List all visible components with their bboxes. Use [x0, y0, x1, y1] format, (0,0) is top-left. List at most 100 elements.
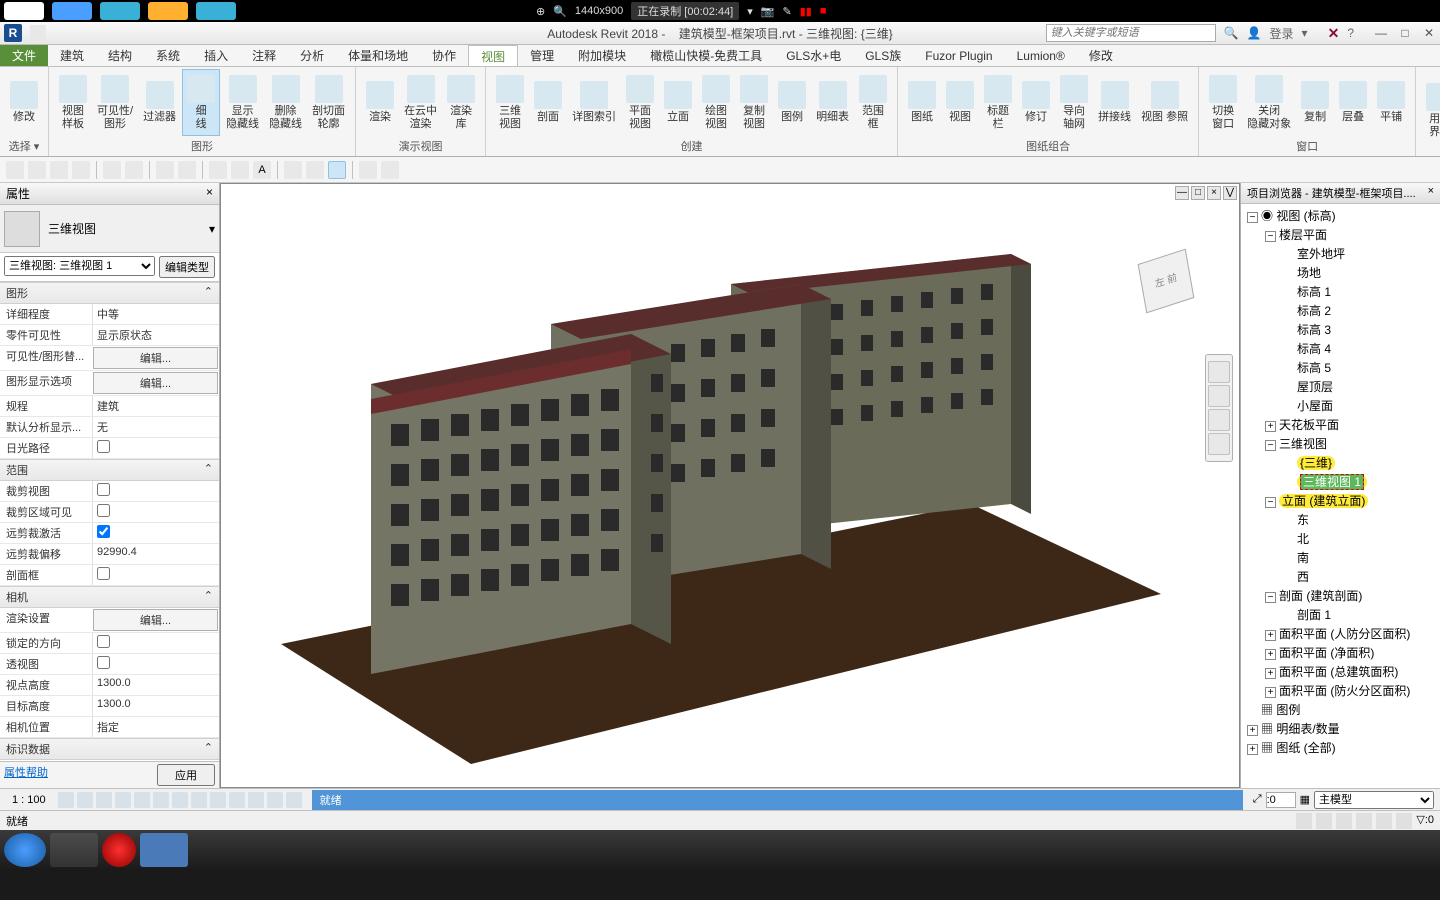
- sys-icon[interactable]: [196, 2, 236, 20]
- qat-button[interactable]: [30, 25, 46, 41]
- tree-item[interactable]: 室外地坪: [1243, 244, 1438, 263]
- close-button[interactable]: ✕: [1418, 24, 1440, 42]
- ribbon-tab[interactable]: 修改: [1077, 45, 1125, 66]
- property-section-header[interactable]: 范围⌃: [0, 459, 219, 481]
- property-section-header[interactable]: 标识数据⌃: [0, 738, 219, 760]
- render-icon[interactable]: [134, 792, 150, 808]
- dropdown-icon[interactable]: ▾: [747, 5, 753, 18]
- tree-item[interactable]: 西: [1243, 567, 1438, 586]
- tree-item[interactable]: +面积平面 (总建筑面积): [1243, 662, 1438, 681]
- maximize-button[interactable]: □: [1394, 24, 1416, 42]
- property-row[interactable]: 默认分析显示...无: [0, 417, 219, 438]
- crop-icon[interactable]: [153, 792, 169, 808]
- qat-close[interactable]: [359, 161, 377, 179]
- ribbon-button[interactable]: 删除 隐藏线: [265, 69, 306, 136]
- qat-redo[interactable]: [125, 161, 143, 179]
- angle-icon[interactable]: ⤢: [1253, 793, 1262, 806]
- ribbon-button[interactable]: 复制 视图: [736, 69, 772, 136]
- tree-item[interactable]: +面积平面 (防火分区面积): [1243, 681, 1438, 700]
- tree-item[interactable]: +天花板平面: [1243, 415, 1438, 434]
- property-row[interactable]: 日光路径: [0, 438, 219, 459]
- tree-item[interactable]: 南: [1243, 548, 1438, 567]
- ribbon-button[interactable]: 明细表: [812, 69, 853, 136]
- ribbon-tab[interactable]: 管理: [518, 45, 566, 66]
- tree-item[interactable]: 标高 1: [1243, 282, 1438, 301]
- dropdown-icon[interactable]: ▾: [209, 222, 215, 236]
- reveal-icon[interactable]: [229, 792, 245, 808]
- property-row[interactable]: 图形显示选项编辑...: [0, 371, 219, 396]
- ribbon-button[interactable]: 立面: [660, 69, 696, 136]
- nav-orbit[interactable]: [1208, 433, 1230, 455]
- ribbon-tab[interactable]: 橄榄山快模-免费工具: [638, 45, 774, 66]
- model-selector[interactable]: 主模型: [1314, 791, 1434, 809]
- angle-input[interactable]: [1266, 792, 1296, 808]
- tree-item[interactable]: 小屋面: [1243, 396, 1438, 415]
- qat-print[interactable]: [156, 161, 174, 179]
- ribbon-button[interactable]: 细 线: [182, 69, 220, 136]
- ribbon-button[interactable]: 平铺: [1373, 69, 1409, 136]
- qat-open[interactable]: [28, 161, 46, 179]
- ribbon-button[interactable]: 视图 参照: [1137, 69, 1192, 136]
- ribbon-tab[interactable]: Lumion®: [1005, 45, 1077, 66]
- filter-label[interactable]: ▽:0: [1416, 813, 1434, 829]
- property-row[interactable]: 剖面框: [0, 565, 219, 586]
- tree-item[interactable]: −立面 (建筑立面): [1243, 491, 1438, 510]
- tree-item[interactable]: +▦ 明细表/数量: [1243, 719, 1438, 738]
- ribbon-tab[interactable]: 注释: [240, 45, 288, 66]
- revit-logo[interactable]: R: [4, 24, 22, 42]
- property-row[interactable]: 渲染设置编辑...: [0, 608, 219, 633]
- instance-selector[interactable]: 三维视图: 三维视图 1: [4, 256, 155, 276]
- qat-section[interactable]: [306, 161, 324, 179]
- type-name[interactable]: 三维视图: [48, 220, 96, 237]
- hide-icon[interactable]: [210, 792, 226, 808]
- tree-item[interactable]: +面积平面 (人防分区面积): [1243, 624, 1438, 643]
- record-button[interactable]: [102, 833, 136, 867]
- ribbon-button[interactable]: 渲染 库: [443, 69, 479, 136]
- status-icon[interactable]: [1376, 813, 1392, 829]
- qat-new[interactable]: [6, 161, 24, 179]
- vp-close[interactable]: ×: [1207, 186, 1221, 200]
- ribbon-button[interactable]: 绘图 视图: [698, 69, 734, 136]
- ribbon-button[interactable]: 导向 轴网: [1056, 69, 1092, 136]
- sys-icon[interactable]: [52, 2, 92, 20]
- sys-icon[interactable]: [100, 2, 140, 20]
- visual-style-icon[interactable]: [77, 792, 93, 808]
- ribbon-button[interactable]: 剖面: [530, 69, 566, 136]
- qat-3d[interactable]: [284, 161, 302, 179]
- analytical-icon[interactable]: [267, 792, 283, 808]
- property-row[interactable]: 裁剪视图: [0, 481, 219, 502]
- property-row[interactable]: 零件可见性显示原状态: [0, 325, 219, 346]
- vp-maximize[interactable]: □: [1191, 186, 1205, 200]
- vp-minimize[interactable]: —: [1175, 186, 1189, 200]
- search-box[interactable]: [1046, 24, 1216, 42]
- ribbon-button[interactable]: 可见性/ 图形: [93, 69, 137, 136]
- help-icon[interactable]: ?: [1347, 26, 1354, 40]
- ribbon-button[interactable]: 标题 栏: [980, 69, 1016, 136]
- sun-path-icon[interactable]: [96, 792, 112, 808]
- sign-in-icon[interactable]: 👤: [1247, 26, 1262, 40]
- ribbon-button[interactable]: 关闭 隐藏对象: [1243, 69, 1295, 136]
- ribbon-button[interactable]: 修改: [6, 69, 42, 136]
- apply-button[interactable]: 应用: [157, 764, 215, 786]
- pencil-icon[interactable]: ✎: [782, 5, 791, 18]
- login-label[interactable]: 登录: [1270, 25, 1294, 42]
- exchange-icon[interactable]: ✕: [1328, 25, 1340, 42]
- ribbon-button[interactable]: 三维 视图: [492, 69, 528, 136]
- ribbon-tab[interactable]: GLS族: [853, 45, 913, 66]
- ribbon-button[interactable]: 显示 隐藏线: [222, 69, 263, 136]
- property-row[interactable]: 规程建筑: [0, 396, 219, 417]
- ribbon-button[interactable]: 渲染: [362, 69, 398, 136]
- property-row[interactable]: 目标高度1300.0: [0, 696, 219, 717]
- qat-measure[interactable]: [178, 161, 196, 179]
- property-row[interactable]: 锁定的方向: [0, 633, 219, 654]
- nav-pan[interactable]: [1208, 385, 1230, 407]
- ribbon-button[interactable]: 详图索引: [568, 69, 620, 136]
- ribbon-button[interactable]: 图纸: [904, 69, 940, 136]
- sys-icon[interactable]: [148, 2, 188, 20]
- tree-item[interactable]: −剖面 (建筑剖面): [1243, 586, 1438, 605]
- ribbon-tab[interactable]: GLS水+电: [774, 45, 853, 66]
- tree-item[interactable]: 东: [1243, 510, 1438, 529]
- ribbon-tab[interactable]: 视图: [468, 45, 518, 66]
- camera-icon[interactable]: 📷: [761, 5, 775, 18]
- tree-item[interactable]: ▦ 图例: [1243, 700, 1438, 719]
